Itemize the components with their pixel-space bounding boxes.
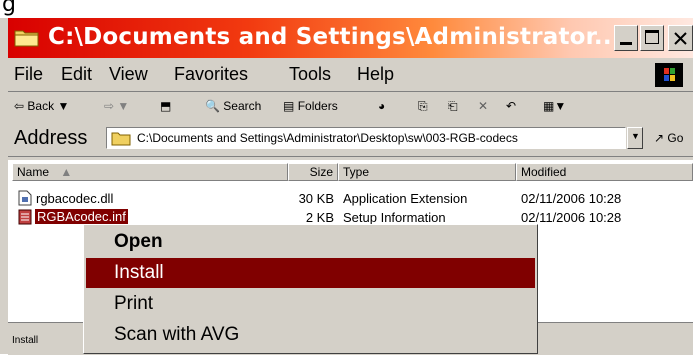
chevron-down-icon: ▼ [631,131,640,141]
views-icon: ▦▼ [543,99,567,113]
undo-button[interactable]: ↶ [506,99,516,113]
context-menu-print[interactable]: Print [86,289,535,319]
list-item[interactable]: rgbacodec.dll 30 KB Application Extensio… [8,189,693,209]
folders-button[interactable]: ▤ Folders [283,99,338,113]
column-header-size[interactable]: Size [288,163,338,181]
column-header-type[interactable]: Type [338,163,516,181]
history-button[interactable]: ◕ [378,99,385,113]
figure-caption-fragment: g [0,0,693,18]
maximize-button[interactable] [640,25,664,51]
menu-view[interactable]: View [109,64,148,85]
column-header-modified[interactable]: Modified [516,163,693,181]
move-to-button[interactable]: ⎘ [418,99,428,114]
context-menu-open[interactable]: Open [86,227,535,257]
search-button[interactable]: 🔍 Search [205,99,261,113]
folders-icon: ▤ [283,99,295,113]
copy-to-icon: ⎗ [448,99,458,113]
menu-bar: File Edit View Favorites Tools Help [8,58,693,92]
folder-icon [111,132,131,146]
minimize-icon [620,42,632,45]
back-button[interactable]: ⇦ Back ▼ [14,99,69,113]
up-folder-button[interactable]: ⬒ [160,99,171,113]
address-bar: Address C:\Documents and Settings\Admini… [8,122,693,157]
menu-tools[interactable]: Tools [289,64,331,85]
menu-favorites[interactable]: Favorites [174,64,248,85]
file-name: RGBAcodec.inf [35,209,128,224]
status-text: Install [12,335,39,346]
context-menu-scan-with-avg[interactable]: Scan with AVG [86,320,535,350]
dll-file-icon [18,190,32,206]
file-type: Setup Information [343,210,446,225]
address-input[interactable]: C:\Documents and Settings\Administrator\… [106,127,626,149]
back-arrow-icon: ⇦ [14,99,25,113]
delete-button[interactable]: ✕ [478,99,488,113]
column-header-name[interactable]: Name ▲ [12,163,288,181]
forward-arrow-icon: ⇨ ▼ [104,99,130,113]
window-title: C:\Documents and Settings\Administrator.… [48,24,621,50]
minimize-button[interactable] [614,25,638,51]
address-value: C:\Documents and Settings\Administrator\… [137,131,518,145]
explorer-window: g C:\Documents and Settings\Administrato… [0,0,693,355]
go-button[interactable]: ↗ Go [654,131,683,145]
history-icon: ◕ [378,99,386,113]
sort-ascending-icon: ▲ [60,165,73,179]
go-arrow-icon: ↗ [654,131,665,145]
file-name: rgbacodec.dll [36,191,114,206]
up-folder-icon: ⬒ [160,99,172,113]
file-size: 2 KB [305,210,334,225]
copy-to-button[interactable]: ⎗ [448,99,458,114]
context-menu-install[interactable]: Install [86,258,535,288]
title-bar[interactable]: C:\Documents and Settings\Administrator.… [8,18,693,58]
folder-icon [14,30,39,47]
file-modified: 02/11/2006 10:28 [521,191,622,206]
address-label: Address [14,127,88,149]
inf-file-icon [18,209,32,225]
close-button[interactable] [668,25,693,51]
file-size: 30 KB [298,191,334,206]
delete-icon: ✕ [478,99,489,113]
file-modified: 02/11/2006 10:28 [521,210,622,225]
windows-logo-icon [655,63,683,87]
menu-edit[interactable]: Edit [61,64,92,85]
address-dropdown-button[interactable]: ▼ [627,127,643,149]
search-icon: 🔍 [205,99,220,113]
undo-icon: ↶ [506,99,517,113]
close-icon [674,32,687,45]
move-to-icon: ⎘ [418,99,428,113]
file-type: Application Extension [343,191,468,206]
context-menu: Open Install Print Scan with AVG [83,224,538,354]
forward-button[interactable]: ⇨ ▼ [104,99,129,113]
menu-file[interactable]: File [14,64,43,85]
maximize-icon [645,30,659,44]
standard-toolbar: ⇦ Back ▼ ⇨ ▼ ⬒ 🔍 Search ▤ Folders ◕ ⎘ ⎗ … [8,92,693,123]
menu-help[interactable]: Help [357,64,394,85]
views-button[interactable]: ▦▼ [543,99,566,113]
dropdown-arrow-icon: ▼ [57,99,70,113]
